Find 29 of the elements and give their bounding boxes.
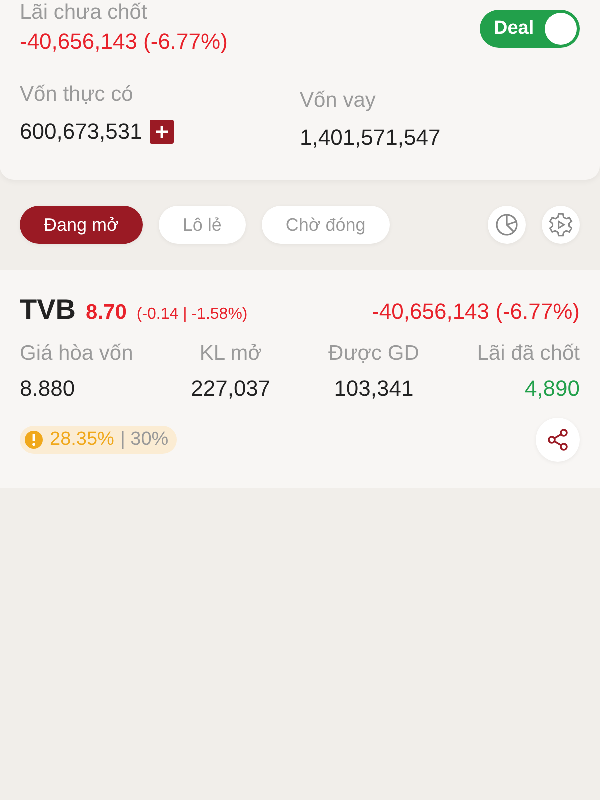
add-icon[interactable] bbox=[150, 120, 174, 144]
equity-value: 600,673,531 bbox=[20, 119, 142, 145]
equity-label: Vốn thực có bbox=[20, 83, 134, 107]
loan-value: 1,401,571,547 bbox=[300, 125, 442, 151]
filter-tab[interactable]: Lô lẻ bbox=[158, 206, 246, 244]
unrealized-pnl-value: -40,656,143 (-6.77%) bbox=[20, 29, 228, 55]
stat-label: KL mở bbox=[200, 342, 262, 366]
stock-price: 8.70 bbox=[86, 301, 127, 325]
position-pnl: -40,656,143 (-6.77%) bbox=[372, 299, 580, 325]
loan-label: Vốn vay bbox=[300, 89, 377, 113]
stat-value: 227,037 bbox=[191, 376, 271, 402]
deal-toggle[interactable]: Deal bbox=[480, 10, 580, 48]
stat-value: 8.880 bbox=[20, 376, 76, 402]
margin-ratio: 28.35% bbox=[50, 429, 114, 451]
stat-label: Lãi đã chốt bbox=[477, 342, 580, 366]
unrealized-pnl-label: Lãi chưa chốt bbox=[20, 1, 148, 25]
price-change: (-0.14 | -1.58%) bbox=[136, 306, 248, 324]
stat-label: Được GD bbox=[328, 342, 420, 366]
filter-tab[interactable]: Chờ đóng bbox=[262, 206, 390, 244]
filter-tab[interactable]: Đang mở bbox=[20, 206, 143, 244]
warning-icon bbox=[24, 430, 44, 450]
share-icon[interactable] bbox=[536, 418, 580, 462]
settings-icon[interactable] bbox=[542, 206, 580, 244]
stat-value: 103,341 bbox=[334, 376, 414, 402]
margin-limit: | 30% bbox=[120, 429, 169, 451]
pie-chart-icon[interactable] bbox=[488, 206, 526, 244]
stock-symbol: TVB bbox=[20, 294, 76, 326]
stat-label: Giá hòa vốn bbox=[20, 342, 134, 366]
stat-value: 4,890 bbox=[524, 376, 580, 402]
